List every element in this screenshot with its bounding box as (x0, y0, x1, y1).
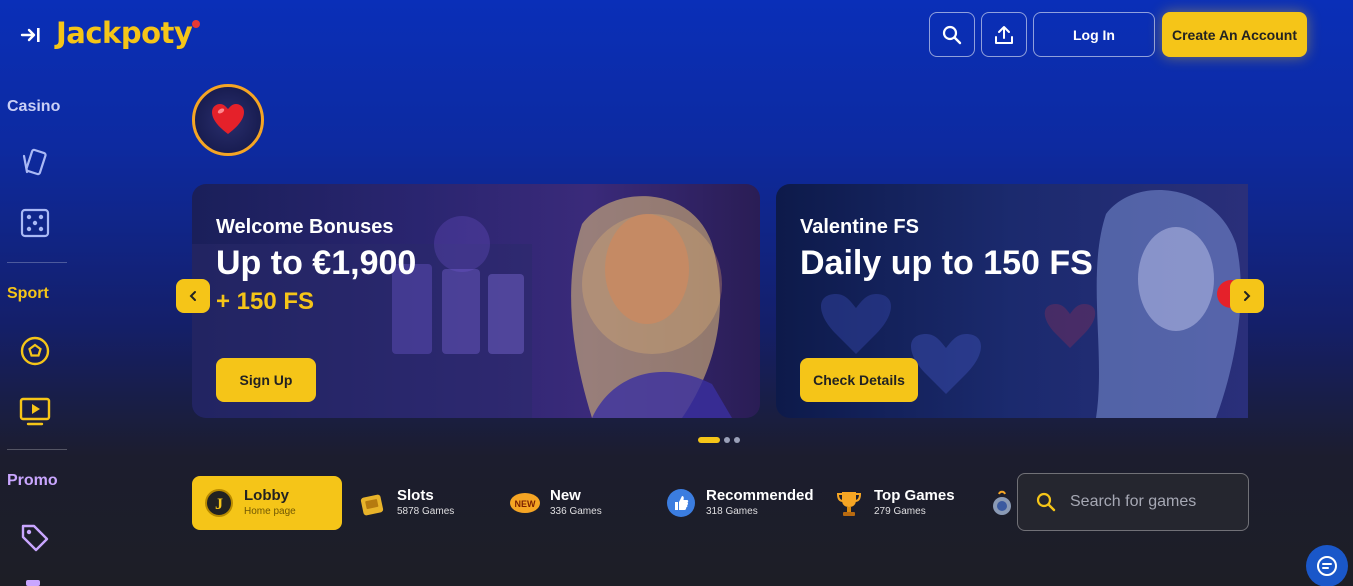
banner-headline: Up to €1,900 (216, 244, 417, 282)
search-button[interactable] (929, 12, 975, 57)
sidebar-toggle-icon[interactable] (20, 24, 42, 46)
svg-text:J: J (215, 496, 223, 513)
live-chat-button[interactable] (1306, 545, 1348, 586)
story-badge-valentine[interactable] (192, 84, 264, 156)
thumbs-up-icon (667, 489, 695, 517)
chat-bubble-icon (1317, 556, 1337, 576)
logo[interactable]: Jackpoty (56, 16, 193, 50)
banner-subtitle: Welcome Bonuses (216, 216, 394, 238)
carousel-next-button[interactable] (1230, 279, 1264, 313)
category-top-games[interactable]: Top Games 279 Games (834, 476, 955, 530)
category-name: Top Games (874, 487, 955, 504)
carousel-dot[interactable] (724, 437, 730, 443)
category-slots[interactable]: Slots 5878 Games (357, 476, 454, 530)
dice-icon[interactable] (18, 206, 52, 240)
tag-icon[interactable] (18, 521, 52, 555)
category-count: 279 Games (874, 506, 926, 517)
lobby-j-icon: J (205, 489, 233, 517)
sidebar-section-sport[interactable]: Sport (7, 285, 49, 303)
sidebar-divider (7, 449, 67, 450)
soccer-ball-icon[interactable] (18, 334, 52, 368)
sign-up-button[interactable]: Sign Up (216, 358, 316, 402)
category-name: Slots (397, 487, 434, 504)
jackpot-bag-icon (993, 490, 1011, 515)
new-badge-icon: NEW (510, 493, 540, 513)
promo-banner-valentine[interactable]: Valentine FS Daily up to 150 FS Check De… (776, 184, 1248, 418)
category-count: Home page (244, 506, 296, 517)
category-lobby[interactable]: J Lobby Home page (192, 476, 342, 530)
game-search-input[interactable] (1070, 493, 1230, 511)
slot-chip-icon (360, 494, 384, 516)
category-name: Lobby (244, 487, 289, 504)
carousel-dot[interactable] (734, 437, 740, 443)
chevron-right-icon (1244, 291, 1251, 301)
search-icon (1036, 492, 1056, 512)
chevron-left-icon (189, 291, 196, 301)
search-icon (942, 25, 962, 44)
trophy-icon (836, 492, 862, 516)
promo-banner-welcome[interactable]: Welcome Bonuses Up to €1,900 + 150 FS Si… (192, 184, 760, 418)
category-name: New (550, 487, 581, 504)
category-count: 5878 Games (397, 506, 455, 517)
carousel-dot-active[interactable] (698, 437, 720, 443)
sidebar-section-casino[interactable]: Casino (7, 98, 60, 116)
banner-extra: + 150 FS (216, 288, 315, 315)
sidebar-divider (7, 262, 67, 263)
banner-headline: Daily up to 150 FS (800, 244, 1093, 282)
game-search[interactable] (1017, 473, 1249, 531)
heart-balloon-icon (212, 104, 244, 134)
category-count: 318 Games (706, 506, 758, 517)
banner-subtitle: Valentine FS (800, 216, 919, 238)
carousel-prev-button[interactable] (176, 279, 210, 313)
category-new[interactable]: NEW New 336 Games (510, 476, 602, 530)
create-account-button[interactable]: Create An Account (1162, 12, 1307, 57)
svg-text:NEW: NEW (515, 499, 537, 509)
sidebar-section-promo[interactable]: Promo (7, 472, 58, 490)
check-details-button[interactable]: Check Details (800, 358, 918, 402)
carousel-pagination (698, 437, 740, 443)
category-recommended[interactable]: Recommended 318 Games (666, 476, 814, 530)
category-count: 336 Games (550, 506, 602, 517)
gift-icon[interactable] (26, 580, 40, 586)
share-button[interactable] (981, 12, 1027, 57)
category-name: Recommended (706, 487, 814, 504)
login-button[interactable]: Log In (1033, 12, 1155, 57)
upload-icon (995, 25, 1013, 44)
logo-dot-icon (192, 20, 200, 28)
live-tv-icon[interactable] (18, 394, 52, 428)
cards-icon[interactable] (18, 146, 52, 180)
